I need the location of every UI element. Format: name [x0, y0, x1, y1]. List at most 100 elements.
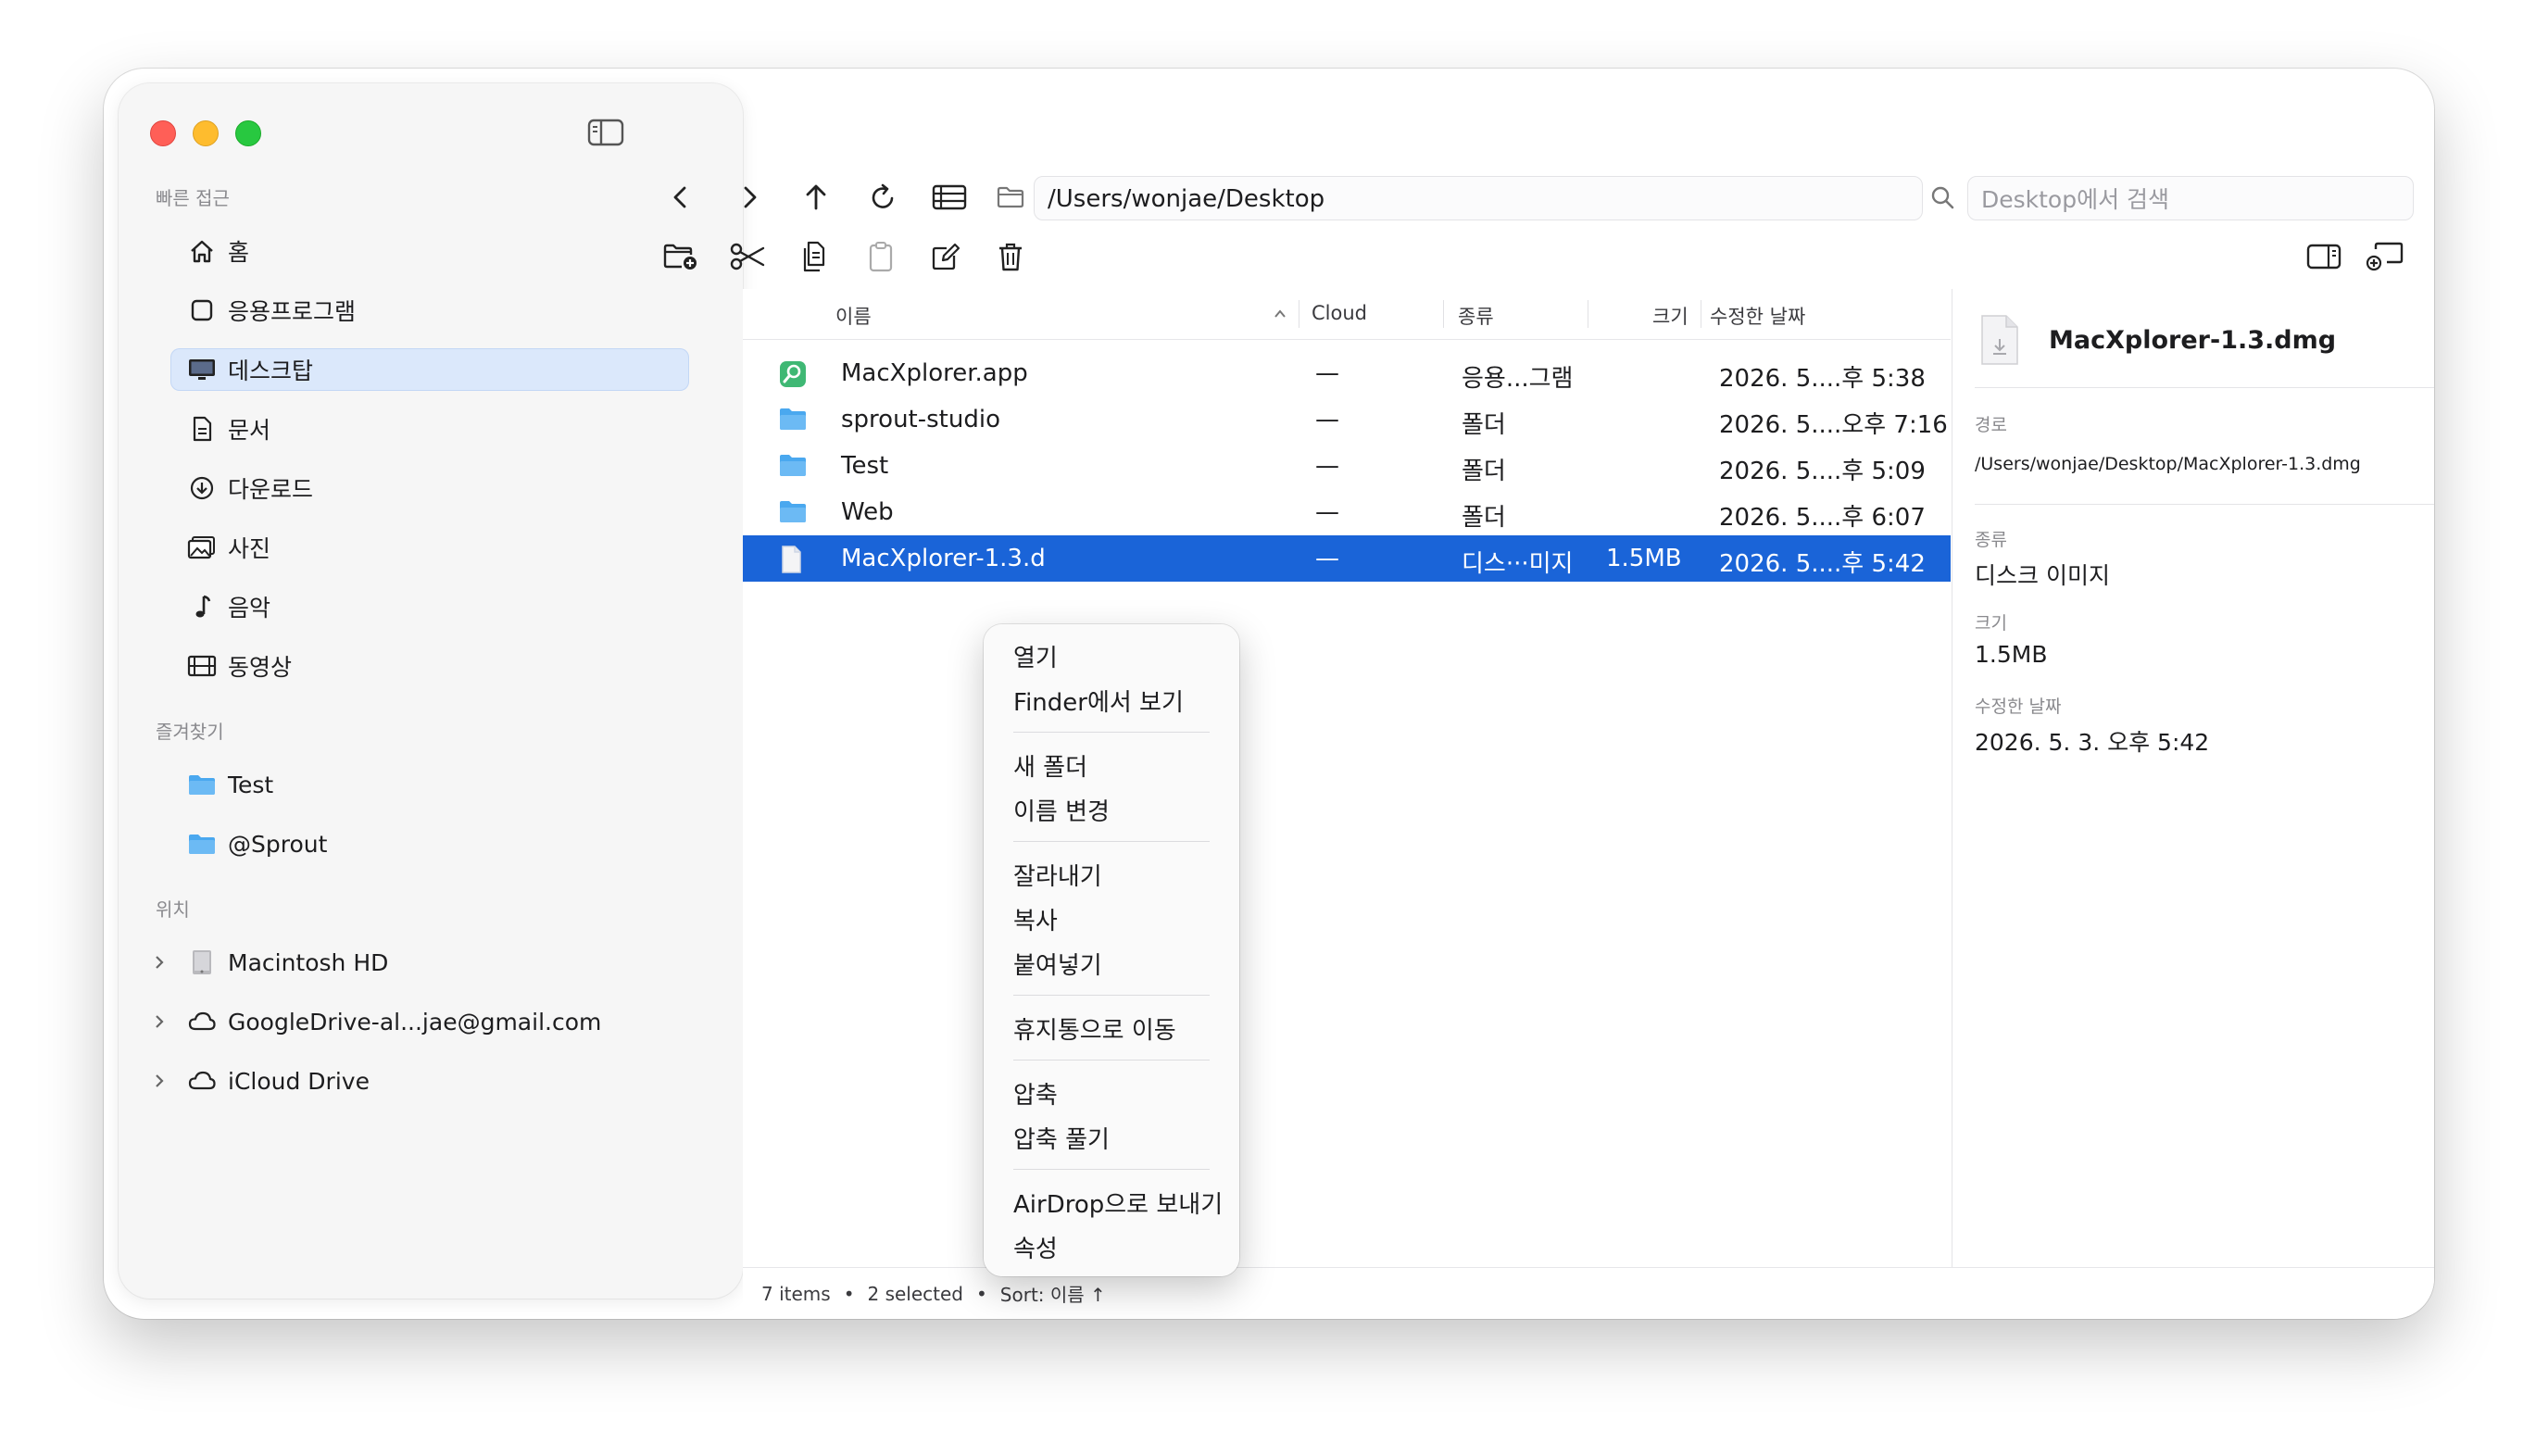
refresh-button[interactable]: [861, 176, 904, 219]
sidebar-item-label: GoogleDrive-al...jae@gmail.com: [228, 1008, 602, 1036]
search-field[interactable]: [1967, 176, 2428, 221]
menu-separator: [1013, 995, 1210, 996]
chevron-right-icon[interactable]: [150, 953, 169, 972]
square-icon: [185, 294, 219, 327]
menu-item-cut[interactable]: 잘라내기: [1013, 858, 1102, 892]
new-window-button[interactable]: [2364, 235, 2406, 278]
back-button[interactable]: [659, 176, 702, 219]
sidebar-item-downloads[interactable]: 다운로드: [170, 467, 689, 509]
sidebar-item-label: 음악: [228, 595, 271, 621]
sidebar-item-home[interactable]: 홈: [170, 230, 689, 272]
sidebar-item-label: 문서: [228, 417, 271, 444]
close-window-button[interactable]: [150, 120, 176, 146]
file-name: sprout-studio: [841, 406, 1000, 433]
folder-path-icon: [989, 176, 1032, 219]
menu-item-decompress[interactable]: 압축 풀기: [1013, 1121, 1110, 1155]
sidebar-item-documents[interactable]: 문서: [170, 408, 689, 450]
sidebar-item-label: Macintosh HD: [228, 948, 389, 976]
chevron-right-icon[interactable]: [150, 1012, 169, 1031]
sidebar-item-google-drive[interactable]: GoogleDrive-al...jae@gmail.com: [156, 1000, 689, 1043]
folder-icon: [778, 452, 808, 480]
sidebar-item-macintosh-hd[interactable]: Macintosh HD: [156, 941, 689, 984]
file-modified: 2026. 5....후 5:09: [1719, 458, 1926, 485]
cloud-icon: [185, 1005, 219, 1038]
file-name: Test: [841, 452, 889, 480]
minimize-window-button[interactable]: [193, 120, 219, 146]
edit-icon: [932, 243, 960, 270]
sidebar-item-music[interactable]: 음악: [170, 585, 689, 628]
display-icon: [185, 353, 219, 386]
detail-modified-label: 수정한 날짜: [1975, 697, 2062, 717]
file-row[interactable]: Test — 폴더 2026. 5....후 5:09: [743, 443, 1951, 489]
status-items-count: 7 items: [761, 1282, 831, 1305]
file-name: MacXplorer-1.3.d: [841, 545, 1046, 572]
column-header-row: 이름 Cloud 종류 크기 수정한 날짜: [743, 289, 1951, 340]
trash-icon: [999, 243, 1022, 271]
cut-button[interactable]: [726, 235, 769, 278]
app-window: 빠른 접근 홈 응용프로그램 데스크탑 문서 다운로드 사진 음악 동영상 즐겨…: [104, 69, 2434, 1319]
menu-item-compress[interactable]: 압축: [1013, 1076, 1058, 1111]
column-size-header[interactable]: 크기: [1652, 302, 1689, 330]
menu-item-rename[interactable]: 이름 변경: [1013, 793, 1110, 827]
new-folder-button[interactable]: [659, 235, 702, 278]
view-mode-button[interactable]: [928, 176, 971, 219]
sidebar-toggle-icon[interactable]: [587, 119, 624, 146]
sidebar-item-desktop[interactable]: 데스크탑: [170, 348, 689, 391]
sidebar-item-label: iCloud Drive: [228, 1067, 370, 1095]
file-cloud: —: [1315, 452, 1339, 480]
download-icon: [185, 471, 219, 505]
file-row[interactable]: Web — 폴더 2026. 5....후 6:07: [743, 489, 1951, 535]
copy-icon: [803, 241, 825, 272]
inspector-panel-icon: [2306, 244, 2341, 270]
quick-access-heading: 빠른 접근: [156, 187, 230, 209]
sidebar-item-movies[interactable]: 동영상: [170, 645, 689, 687]
chevron-right-icon[interactable]: [150, 1072, 169, 1090]
menu-item-copy[interactable]: 복사: [1013, 902, 1058, 936]
file-cloud: —: [1315, 498, 1339, 526]
toggle-inspector-button[interactable]: [2303, 235, 2345, 278]
search-input[interactable]: [1968, 177, 2428, 221]
sidebar-item-icloud-drive[interactable]: iCloud Drive: [156, 1060, 689, 1102]
parent-folder-button[interactable]: [795, 176, 837, 219]
menu-item-show-in-finder[interactable]: Finder에서 보기: [1013, 684, 1184, 718]
locations-heading: 위치: [156, 898, 190, 921]
music-note-icon: [185, 590, 219, 623]
file-row[interactable]: sprout-studio — 폴더 2026. 5....오후 7:16: [743, 396, 1951, 443]
menu-item-airdrop[interactable]: AirDrop으로 보내기: [1013, 1186, 1223, 1220]
menu-separator: [1013, 1169, 1210, 1170]
menu-item-paste[interactable]: 붙여넣기: [1013, 947, 1102, 981]
menu-item-open[interactable]: 열기: [1013, 639, 1058, 673]
detail-modified-value: 2026. 5. 3. 오후 5:42: [1975, 729, 2210, 756]
copy-button[interactable]: [793, 235, 835, 278]
detail-path-value: /Users/wonjae/Desktop/MacXplorer-1.3.dmg: [1975, 454, 2361, 474]
sidebar-item-label: 응용프로그램: [228, 298, 357, 325]
menu-item-move-to-trash[interactable]: 휴지통으로 이동: [1013, 1011, 1176, 1046]
sidebar-item-sprout[interactable]: @Sprout: [170, 822, 689, 865]
doc-icon: [185, 412, 219, 446]
column-kind-header[interactable]: 종류: [1458, 302, 1494, 330]
file-row[interactable]: MacXplorer.app — 응용...그램 2026. 5....후 5:…: [743, 350, 1951, 396]
file-modified: 2026. 5....후 6:07: [1719, 504, 1926, 532]
paste-button[interactable]: [860, 235, 902, 278]
menu-item-properties[interactable]: 속성: [1013, 1230, 1058, 1264]
delete-button[interactable]: [989, 235, 1032, 278]
path-field[interactable]: /Users/wonjae/Desktop: [1034, 176, 1923, 220]
file-cloud: —: [1315, 545, 1339, 572]
sidebar-item-photos[interactable]: 사진: [170, 526, 689, 569]
sidebar-item-test[interactable]: Test: [170, 763, 689, 806]
detail-title: MacXplorer-1.3.dmg: [2049, 326, 2337, 355]
sidebar-item-applications[interactable]: 응용프로그램: [170, 289, 689, 332]
menu-separator: [1013, 1060, 1210, 1061]
forward-button[interactable]: [728, 176, 771, 219]
column-cloud-header[interactable]: Cloud: [1312, 302, 1367, 324]
status-sort: Sort: 이름 ↑: [999, 1284, 1106, 1306]
menu-item-new-folder[interactable]: 새 폴더: [1013, 748, 1087, 783]
dmg-file-icon: [1981, 315, 2018, 365]
column-name-header[interactable]: 이름: [835, 302, 872, 330]
file-row-selected[interactable]: MacXplorer-1.3.d — 디스···미지 1.5MB 2026. 5…: [743, 535, 1951, 582]
scissors-icon: [730, 243, 765, 270]
zoom-window-button[interactable]: [235, 120, 261, 146]
list-view-icon: [932, 184, 967, 210]
rename-button[interactable]: [924, 235, 967, 278]
column-modified-header[interactable]: 수정한 날짜: [1710, 302, 1805, 330]
